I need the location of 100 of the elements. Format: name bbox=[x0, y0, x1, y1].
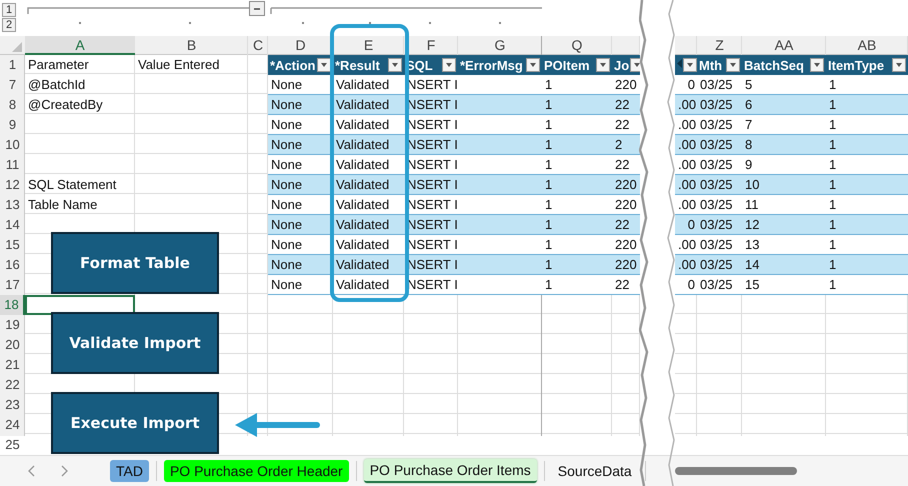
table-cell: Validated bbox=[333, 95, 404, 115]
column-letter[interactable]: Z bbox=[697, 36, 742, 55]
filter-dropdown-icon[interactable] bbox=[317, 58, 331, 72]
table-cell: 1 bbox=[542, 255, 612, 275]
row-number[interactable]: 8 bbox=[0, 95, 25, 115]
row-number[interactable]: 22 bbox=[0, 375, 25, 395]
table-cell: 5 bbox=[742, 75, 826, 95]
sheet-tab[interactable]: PO Purchase Order Items bbox=[364, 459, 537, 483]
row-number[interactable]: 15 bbox=[0, 235, 25, 255]
row-number[interactable]: 18 bbox=[0, 295, 25, 315]
table-cell: 1 bbox=[542, 275, 612, 295]
column-letter[interactable]: G bbox=[458, 36, 542, 55]
table-cell: 1 bbox=[826, 135, 908, 155]
filter-dropdown-icon[interactable] bbox=[892, 58, 906, 72]
row-number[interactable]: 21 bbox=[0, 355, 25, 375]
macro-button[interactable]: Execute Import bbox=[51, 392, 219, 454]
sheet-tab[interactable]: PO Purchase Order Header bbox=[164, 460, 349, 482]
table-cell: Validated bbox=[333, 75, 404, 95]
table-cell: .00 bbox=[675, 115, 697, 135]
table-cell: 22 bbox=[612, 155, 640, 175]
row-number[interactable]: 12 bbox=[0, 175, 25, 195]
table-cell: 220 bbox=[612, 75, 640, 95]
row-number[interactable]: 23 bbox=[0, 395, 25, 415]
table-cell: 6 bbox=[742, 95, 826, 115]
column-letter[interactable]: AB bbox=[826, 36, 908, 55]
row-number[interactable]: 16 bbox=[0, 255, 25, 275]
filter-dropdown-icon[interactable] bbox=[630, 58, 640, 72]
filter-dropdown-icon[interactable] bbox=[596, 58, 610, 72]
table-cell: 2 bbox=[612, 135, 640, 155]
table-cell: 1 bbox=[542, 215, 612, 235]
table-cell: 1 bbox=[826, 75, 908, 95]
column-letter[interactable]: AA bbox=[742, 36, 826, 55]
table-cell: Validated bbox=[333, 155, 404, 175]
row-number[interactable]: 25 bbox=[0, 435, 25, 455]
row-number[interactable]: 11 bbox=[0, 155, 25, 175]
table-cell: 1 bbox=[826, 215, 908, 235]
outline-level-button[interactable]: 1 bbox=[2, 3, 16, 17]
column-letter[interactable]: D bbox=[268, 36, 333, 55]
row-number[interactable]: 19 bbox=[0, 315, 25, 335]
column-letter[interactable]: F bbox=[404, 36, 458, 55]
table-cell: 22 bbox=[612, 115, 640, 135]
outline-level-button[interactable]: 2 bbox=[2, 18, 16, 32]
table-cell: 1 bbox=[542, 115, 612, 135]
row-number[interactable]: 9 bbox=[0, 115, 25, 135]
cut-off-header-icon bbox=[677, 58, 682, 68]
column-letter[interactable]: E bbox=[333, 36, 404, 55]
column-letter[interactable]: Q bbox=[542, 36, 612, 55]
filter-dropdown-icon[interactable] bbox=[726, 58, 740, 72]
chevron-right-icon[interactable] bbox=[60, 465, 68, 477]
table-cell: 13 bbox=[742, 235, 826, 255]
table-cell: .00 bbox=[675, 175, 697, 195]
macro-button[interactable]: Format Table bbox=[51, 232, 219, 294]
table-cell: 03/25 bbox=[697, 95, 742, 115]
row-number[interactable]: 1 bbox=[0, 55, 25, 75]
table-cell: 03/25 bbox=[697, 215, 742, 235]
collapse-button[interactable]: − bbox=[249, 1, 265, 16]
filter-dropdown-icon[interactable] bbox=[526, 58, 540, 72]
column-letter[interactable]: B bbox=[135, 36, 248, 55]
table-cell: 22 bbox=[612, 95, 640, 115]
table-cell: 1 bbox=[826, 155, 908, 175]
table-cell: 1 bbox=[826, 115, 908, 135]
row-number[interactable]: 7 bbox=[0, 75, 25, 95]
table-cell: 03/25 bbox=[697, 255, 742, 275]
column-header: *Action bbox=[270, 56, 316, 74]
table-cell: 03/25 bbox=[697, 75, 742, 95]
column-letter[interactable]: C bbox=[248, 36, 268, 55]
table-cell: 7 bbox=[742, 115, 826, 135]
filter-dropdown-icon[interactable] bbox=[442, 58, 456, 72]
table-cell: 03/25 bbox=[697, 135, 742, 155]
row-number[interactable]: 13 bbox=[0, 195, 25, 215]
row-number[interactable]: 24 bbox=[0, 415, 25, 435]
table-cell: 14 bbox=[742, 255, 826, 275]
table-cell: .00 bbox=[675, 135, 697, 155]
row-number[interactable]: 14 bbox=[0, 215, 25, 235]
sheet-tab[interactable]: TAD bbox=[110, 460, 149, 482]
table-cell: .00 bbox=[675, 155, 697, 175]
filter-dropdown-icon[interactable] bbox=[810, 58, 824, 72]
column-letter[interactable]: A bbox=[25, 36, 135, 55]
table-cell: 22 bbox=[612, 215, 640, 235]
sheet-tab[interactable]: SourceData bbox=[552, 460, 638, 482]
column-header: BatchSeq bbox=[744, 56, 804, 74]
row-number[interactable]: 17 bbox=[0, 275, 25, 295]
chevron-left-icon[interactable] bbox=[28, 465, 36, 477]
column-header: POItem bbox=[544, 56, 590, 74]
row-number[interactable]: 20 bbox=[0, 335, 25, 355]
table-cell: 03/25 bbox=[697, 115, 742, 135]
table-cell: 220 bbox=[612, 235, 640, 255]
table-cell: 03/25 bbox=[697, 155, 742, 175]
table-cell: .00 bbox=[675, 95, 697, 115]
table-cell: None bbox=[268, 135, 333, 155]
filter-dropdown-icon[interactable] bbox=[683, 58, 697, 72]
row-number[interactable]: 10 bbox=[0, 135, 25, 155]
macro-button[interactable]: Validate Import bbox=[51, 312, 219, 374]
table-cell: Validated bbox=[333, 115, 404, 135]
arrow-icon bbox=[235, 412, 321, 438]
table-cell: 12 bbox=[742, 215, 826, 235]
scrollbar-thumb[interactable] bbox=[675, 467, 797, 475]
table-cell: 10 bbox=[742, 175, 826, 195]
table-cell: .00 bbox=[675, 235, 697, 255]
filter-dropdown-icon[interactable] bbox=[388, 58, 402, 72]
